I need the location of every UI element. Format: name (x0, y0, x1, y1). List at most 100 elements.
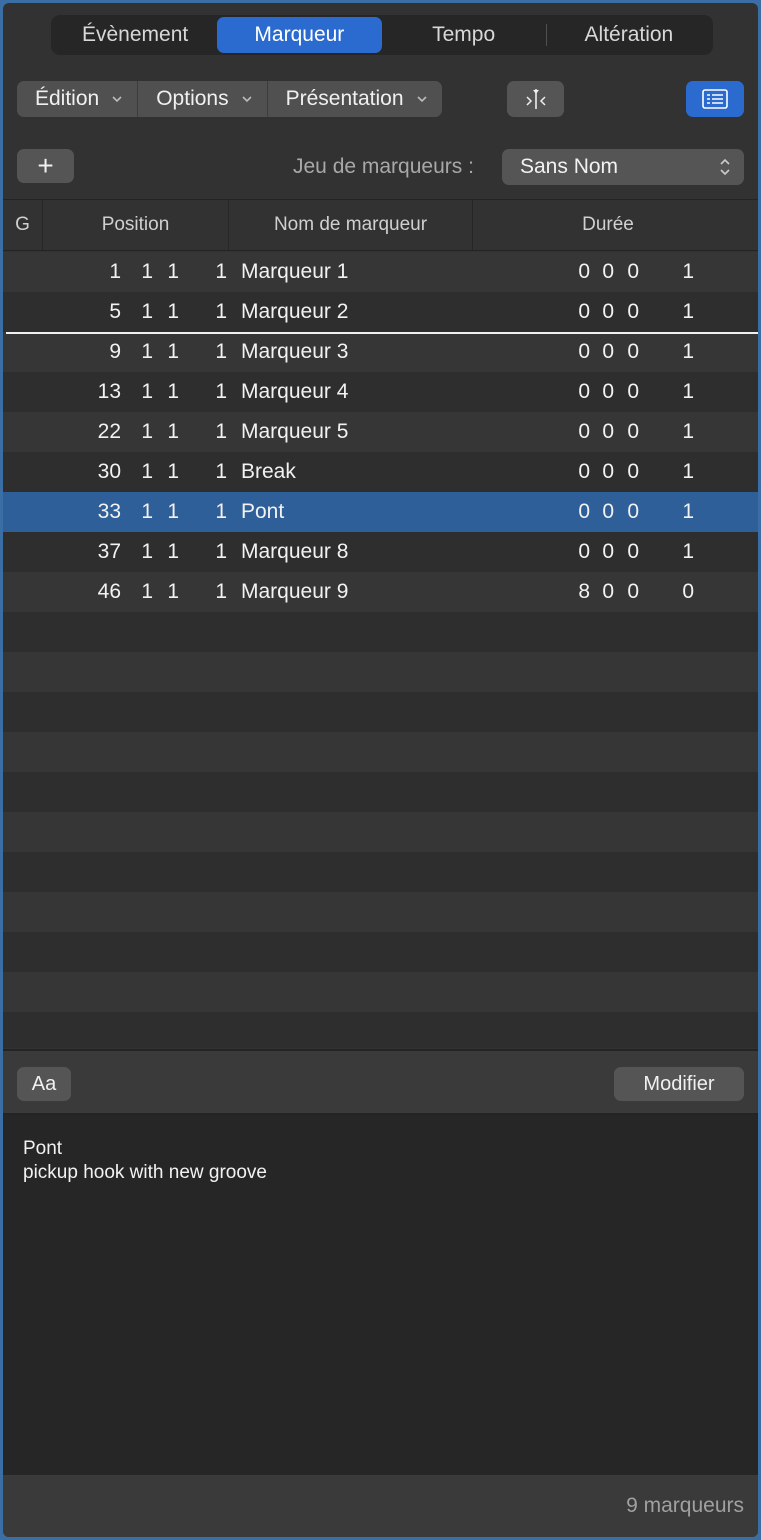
position-cell[interactable]: 22 (91, 420, 121, 444)
empty-row[interactable] (3, 732, 758, 772)
position-cell[interactable]: 5 (91, 300, 121, 324)
marker-name-cell[interactable]: Marqueur 4 (241, 380, 348, 404)
duration-cell[interactable]: 0 (609, 580, 639, 604)
position-cell[interactable]: 1 (197, 340, 227, 364)
table-row[interactable]: 1 1 1 1 Marqueur 10001 (3, 252, 758, 292)
position-cell[interactable]: 1 (149, 580, 179, 604)
table-row[interactable]: 13 1 1 1 Marqueur 40001 (3, 372, 758, 412)
up-down-chevron-icon (720, 158, 730, 176)
add-marker-button[interactable]: + (17, 149, 74, 183)
duration-cell[interactable]: 1 (664, 260, 694, 284)
position-cell[interactable]: 1 (149, 420, 179, 444)
empty-row[interactable] (3, 772, 758, 812)
column-g[interactable]: G (3, 200, 43, 250)
tab-marker[interactable]: Marqueur (217, 17, 382, 53)
duration-cell[interactable]: 1 (664, 460, 694, 484)
empty-row[interactable] (3, 972, 758, 1012)
marker-name-cell[interactable]: Marqueur 8 (241, 540, 348, 564)
marker-notes-area[interactable]: Pont pickup hook with new groove (3, 1115, 758, 1475)
position-cell[interactable]: 1 (149, 540, 179, 564)
marker-name-cell[interactable]: Marqueur 2 (241, 300, 348, 324)
table-row[interactable]: 46 1 1 1 Marqueur 98000 (3, 572, 758, 612)
duration-cell[interactable]: 0 (609, 460, 639, 484)
duration-cell[interactable]: 1 (664, 500, 694, 524)
duration-cell[interactable]: 0 (664, 580, 694, 604)
position-cell[interactable]: 1 (197, 500, 227, 524)
empty-row[interactable] (3, 1012, 758, 1048)
marker-name-cell[interactable]: Marqueur 9 (241, 580, 348, 604)
column-position[interactable]: Position (43, 200, 229, 250)
marker-snap-icon (525, 89, 546, 109)
marker-count-status: 9 marqueurs (3, 1475, 758, 1537)
empty-row[interactable] (3, 892, 758, 932)
duration-cell[interactable]: 0 (609, 420, 639, 444)
list-view-button[interactable] (686, 81, 744, 117)
empty-row[interactable] (3, 692, 758, 732)
table-row[interactable]: 37 1 1 1 Marqueur 80001 (3, 532, 758, 572)
table-row[interactable]: 9 1 1 1 Marqueur 30001 (3, 332, 758, 372)
tab-tempo[interactable]: Tempo (382, 17, 546, 53)
table-row[interactable]: 30 1 1 1 Break 0 0 0 1 (3, 452, 758, 492)
position-cell[interactable]: 1 (149, 340, 179, 364)
marker-name-cell[interactable]: Marqueur 1 (241, 260, 348, 284)
marker-set-popup[interactable]: Sans Nom (502, 149, 744, 185)
position-cell[interactable]: 37 (91, 540, 121, 564)
duration-cell[interactable]: 0 (609, 500, 639, 524)
marker-name-cell[interactable]: Marqueur 3 (241, 340, 348, 364)
position-cell[interactable]: 30 (91, 460, 121, 484)
tab-signature[interactable]: Altération (547, 17, 711, 53)
column-marker-name[interactable]: Nom de marqueur (229, 200, 473, 250)
menu-view[interactable]: Présentation (268, 81, 442, 117)
position-cell[interactable]: 1 (149, 300, 179, 324)
duration-cell[interactable]: 0 (609, 260, 639, 284)
marker-name-cell[interactable]: Break (241, 460, 296, 484)
position-cell[interactable]: 1 (197, 300, 227, 324)
duration-cell[interactable]: 0 (609, 380, 639, 404)
duration-cell[interactable]: 1 (664, 340, 694, 364)
snap-marker-button[interactable] (507, 81, 564, 117)
menu-options[interactable]: Options (138, 81, 268, 117)
table-row[interactable]: 5 1 1 1 Marqueur 20001 (3, 292, 758, 332)
chevron-down-icon (416, 96, 427, 103)
duration-cell[interactable]: 0 (609, 300, 639, 324)
position-cell[interactable]: 1 (197, 380, 227, 404)
menu-edit-label: Édition (35, 87, 100, 110)
menu-view-label: Présentation (285, 87, 404, 110)
empty-row[interactable] (3, 852, 758, 892)
position-cell[interactable]: 1 (197, 580, 227, 604)
empty-row[interactable] (3, 612, 758, 652)
position-cell[interactable]: 1 (197, 260, 227, 284)
font-button[interactable]: Aa (17, 1067, 71, 1101)
position-cell[interactable]: 1 (149, 260, 179, 284)
position-cell[interactable]: 9 (91, 340, 121, 364)
position-cell[interactable]: 1 (149, 380, 179, 404)
position-cell[interactable]: 13 (91, 380, 121, 404)
empty-row[interactable] (3, 932, 758, 972)
empty-row[interactable] (3, 652, 758, 692)
duration-cell[interactable]: 0 (609, 540, 639, 564)
duration-cell[interactable]: 1 (664, 540, 694, 564)
position-cell[interactable]: 46 (91, 580, 121, 604)
menu-edit[interactable]: Édition (17, 81, 139, 117)
duration-cell[interactable]: 1 (664, 420, 694, 444)
menu-options-label: Options (156, 87, 229, 110)
table-row[interactable]: 22 1 1 1 Marqueur 50001 (3, 412, 758, 452)
empty-row[interactable] (3, 812, 758, 852)
position-cell[interactable]: 1 (197, 460, 227, 484)
duration-cell[interactable]: 0 (609, 340, 639, 364)
toolbar: Édition Options Présentation (3, 81, 758, 119)
position-cell[interactable]: 1 (149, 500, 179, 524)
position-cell[interactable]: 1 (91, 260, 121, 284)
position-cell[interactable]: 1 (197, 540, 227, 564)
position-cell[interactable]: 33 (91, 500, 121, 524)
marker-name-cell[interactable]: Marqueur 5 (241, 420, 348, 444)
tab-event[interactable]: Évènement (53, 17, 217, 53)
modify-button[interactable]: Modifier (614, 1067, 744, 1101)
duration-cell[interactable]: 1 (664, 300, 694, 324)
duration-cell[interactable]: 1 (664, 380, 694, 404)
column-duration[interactable]: Durée (473, 200, 743, 250)
table-row[interactable]: 33 1 1 1 Pont 0 0 0 1 (3, 492, 758, 532)
position-cell[interactable]: 1 (149, 460, 179, 484)
marker-name-cell[interactable]: Pont (241, 500, 284, 524)
position-cell[interactable]: 1 (197, 420, 227, 444)
